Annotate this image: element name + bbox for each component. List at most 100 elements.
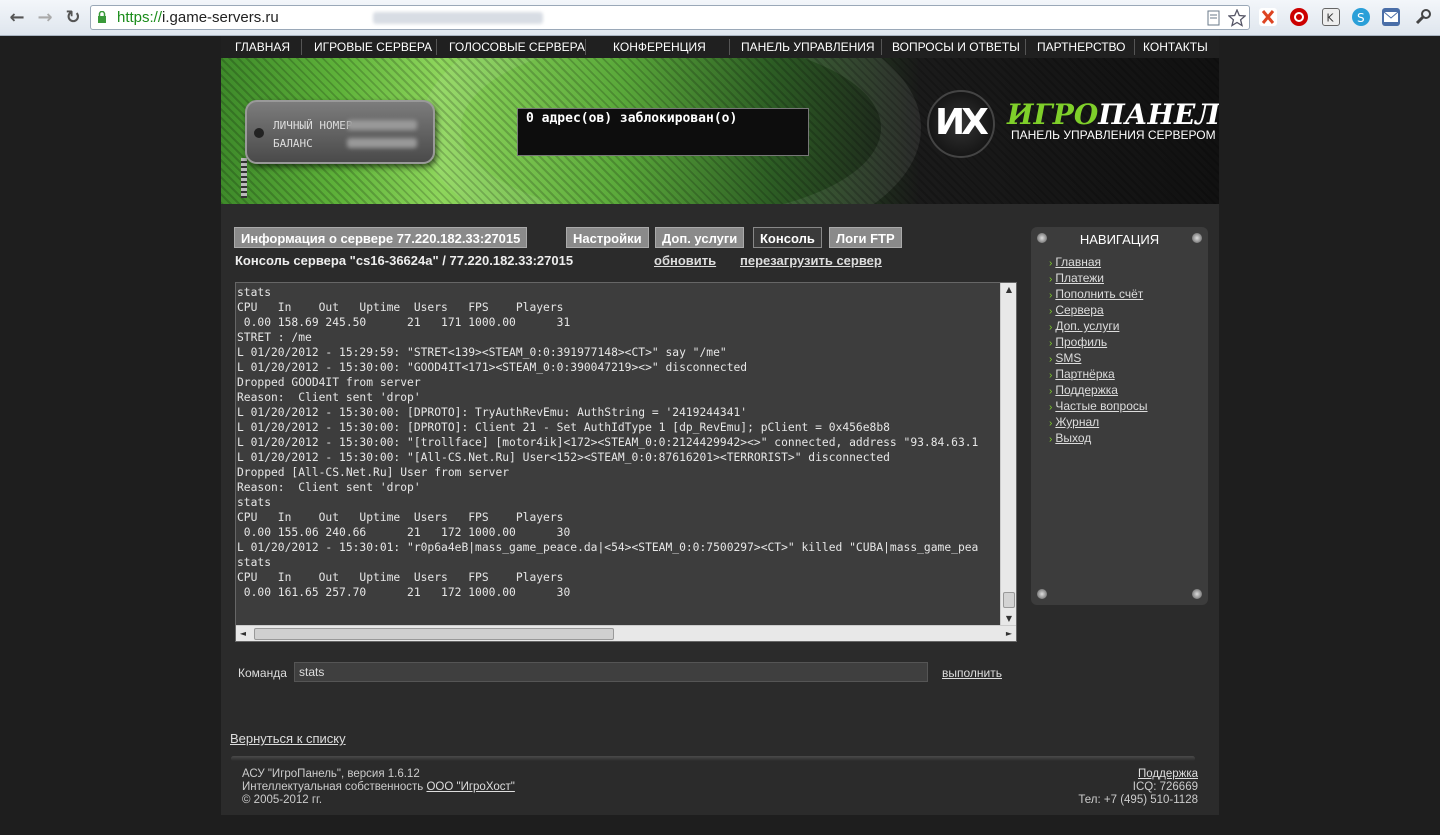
topnav-item-contacts[interactable]: КОНТАКТЫ <box>1143 40 1208 54</box>
wrench-icon[interactable] <box>1414 8 1432 26</box>
scroll-thumb[interactable] <box>1003 592 1015 608</box>
console-output[interactable]: stats CPU In Out Uptime Users FPS Players… <box>235 282 1017 642</box>
url-text: https://i.game-servers.ru <box>117 9 279 26</box>
console-line: Dropped GOOD4IT from server <box>237 376 421 389</box>
top-navigation: ГЛАВНАЯ ИГРОВЫЕ СЕРВЕРА ГОЛОСОВЫЕ СЕРВЕР… <box>221 36 1219 58</box>
console-line: L 01/20/2012 - 15:30:00: [DPROTO]: TryAu… <box>237 406 748 419</box>
bullet-icon: › <box>1049 434 1053 445</box>
console-lines: stats CPU In Out Uptime Users FPS Players… <box>237 285 999 625</box>
account-number-value-blurred <box>347 120 417 130</box>
bullet-icon: › <box>1049 306 1053 317</box>
navigation-sidebar: НАВИГАЦИЯ › Главная › Платежи › Пополнить с… <box>1031 227 1208 605</box>
sidebar-item-servers[interactable]: › Сервера <box>1049 303 1148 319</box>
k-extension-icon[interactable]: K <box>1322 8 1340 26</box>
console-line: 0.00 161.65 257.70 21 172 1000.00 30 <box>237 586 571 599</box>
blocked-addresses-text: 0 адрес(ов) заблокирован(о) <box>526 111 738 126</box>
bullet-icon: › <box>1049 370 1053 381</box>
footer-ownership: Интеллектуальная собственность ООО "Игро… <box>242 781 515 793</box>
command-input[interactable] <box>294 662 928 682</box>
bullet-icon: › <box>1049 418 1053 429</box>
balance-label: БАЛАНС <box>273 137 313 150</box>
topnav-item-main[interactable]: ГЛАВНАЯ <box>235 40 290 54</box>
bullet-icon: › <box>1049 354 1053 365</box>
star-icon[interactable] <box>1228 9 1246 27</box>
scroll-down-icon[interactable]: ▼ <box>1001 612 1017 626</box>
topnav-item-partnership[interactable]: ПАРТНЕРСТВО <box>1037 40 1126 54</box>
topnav-item-voice-servers[interactable]: ГОЛОСОВЫЕ СЕРВЕРА <box>449 40 585 54</box>
sidebar-item-faq[interactable]: › Частые вопросы <box>1049 399 1148 415</box>
sidebar-item-logout[interactable]: › Выход <box>1049 431 1148 447</box>
horizontal-scroll-thumb[interactable] <box>254 628 614 640</box>
console-line: L 01/20/2012 - 15:30:00: [DPROTO]: Clien… <box>237 421 890 434</box>
blocked-addresses-box: 0 адрес(ов) заблокирован(о) <box>517 108 809 156</box>
footer-copyright: © 2005-2012 гг. <box>242 794 323 806</box>
bullet-icon: › <box>1049 258 1053 269</box>
sidebar-item-main[interactable]: › Главная <box>1049 255 1148 271</box>
console-line: stats <box>237 496 272 509</box>
bullet-icon: › <box>1049 338 1053 349</box>
address-bar[interactable]: https://i.game-servers.ru <box>90 5 1250 30</box>
kaspersky-icon[interactable] <box>1259 8 1277 26</box>
topnav-item-control-panel[interactable]: ПАНЕЛЬ УПРАВЛЕНИЯ <box>741 40 875 54</box>
sidebar-item-journal[interactable]: › Журнал <box>1049 415 1148 431</box>
adblock-icon[interactable] <box>1290 8 1308 26</box>
sidebar-item-top-up[interactable]: › Пополнить счёт <box>1049 287 1148 303</box>
scroll-up-icon[interactable]: ▲ <box>1001 283 1017 297</box>
console-line: CPU In Out Uptime Users FPS Players <box>237 571 564 584</box>
tab-extra-services[interactable]: Доп. услуги <box>655 227 745 248</box>
topnav-item-faq[interactable]: ВОПРОСЫ И ОТВЕТЫ <box>892 40 1020 54</box>
refresh-link[interactable]: обновить <box>654 253 716 268</box>
forward-arrow-icon[interactable]: → <box>34 7 56 29</box>
console-line: Reason: Client sent 'drop' <box>237 481 421 494</box>
console-line: Reason: Client sent 'drop' <box>237 391 421 404</box>
tab-console[interactable]: Консоль <box>753 227 822 248</box>
back-to-list-link[interactable]: Вернуться к списку <box>230 731 346 746</box>
topnav-item-game-servers[interactable]: ИГРОВЫЕ СЕРВЕРА <box>314 40 432 54</box>
reload-icon[interactable]: ↻ <box>62 7 84 29</box>
bullet-icon: › <box>1049 402 1053 413</box>
console-title: Консоль сервера "cs16-36624a" / 77.220.1… <box>235 253 574 268</box>
company-link[interactable]: ООО "ИгроХост" <box>426 781 514 793</box>
mail-icon[interactable] <box>1382 8 1400 26</box>
svg-text:K: K <box>1327 11 1335 24</box>
tab-ftp-logs[interactable]: Логи FTP <box>829 227 902 248</box>
vertical-scrollbar[interactable]: ▲ ▼ <box>1000 283 1016 626</box>
logo-icon: ИХ <box>927 90 995 158</box>
topnav-item-conference[interactable]: КОНФЕРЕНЦИЯ <box>613 40 706 54</box>
execute-link[interactable]: выполнить <box>942 666 1002 680</box>
page: ГЛАВНАЯ ИГРОВЫЕ СЕРВЕРА ГОЛОСОВЫЕ СЕРВЕР… <box>221 36 1219 815</box>
command-label: Команда <box>238 666 287 680</box>
sidebar-item-sms[interactable]: › SMS <box>1049 351 1148 367</box>
screw-icon <box>1192 589 1202 599</box>
scroll-right-icon[interactable]: ► <box>1002 626 1016 642</box>
bullet-icon: › <box>1049 290 1053 301</box>
sidebar-item-profile[interactable]: › Профиль <box>1049 335 1148 351</box>
footer-support-link[interactable]: Поддержка <box>1138 768 1198 780</box>
bullet-icon: › <box>1049 386 1053 397</box>
restart-server-link[interactable]: перезагрузить сервер <box>740 253 882 268</box>
svg-text:S: S <box>1357 11 1365 25</box>
browser-toolbar: ← → ↻ https://i.game-servers.ru K S <box>0 0 1440 36</box>
scroll-left-icon[interactable]: ◄ <box>236 626 250 642</box>
console-line: L 01/20/2012 - 15:30:00: "[trollface] [m… <box>237 436 979 449</box>
sidebar-item-payments[interactable]: › Платежи <box>1049 271 1148 287</box>
sidebar-item-partners[interactable]: › Партнёрка <box>1049 367 1148 383</box>
sidebar-item-support[interactable]: › Поддержка <box>1049 383 1148 399</box>
footer-divider <box>231 756 1195 761</box>
console-line: CPU In Out Uptime Users FPS Players <box>237 301 564 314</box>
blurred-url-path <box>373 12 543 24</box>
footer-phone: Тел: +7 (495) 510-1128 <box>1078 794 1198 806</box>
tab-server-info[interactable]: Информация о сервере 77.220.182.33:27015 <box>234 227 528 248</box>
console-line: 0.00 155.06 240.66 21 172 1000.00 30 <box>237 526 571 539</box>
back-arrow-icon[interactable]: ← <box>6 7 28 29</box>
header-banner: ЛИЧНЫЙ НОМЕР БАЛАНС 0 адрес(ов) заблокир… <box>221 58 1219 204</box>
console-line: L 01/20/2012 - 15:30:00: "GOOD4IT<171><S… <box>237 361 748 374</box>
account-dogtag: ЛИЧНЫЙ НОМЕР БАЛАНС <box>245 100 435 164</box>
horizontal-scrollbar[interactable]: ◄ ► <box>236 625 1016 641</box>
tab-settings[interactable]: Настройки <box>566 227 649 248</box>
sidebar-item-extra-services[interactable]: › Доп. услуги <box>1049 319 1148 335</box>
console-line: 0.00 158.69 245.50 21 171 1000.00 31 <box>237 316 571 329</box>
page-icon[interactable] <box>1205 9 1223 27</box>
skype-icon[interactable]: S <box>1352 8 1370 26</box>
balance-value-blurred <box>347 138 417 148</box>
